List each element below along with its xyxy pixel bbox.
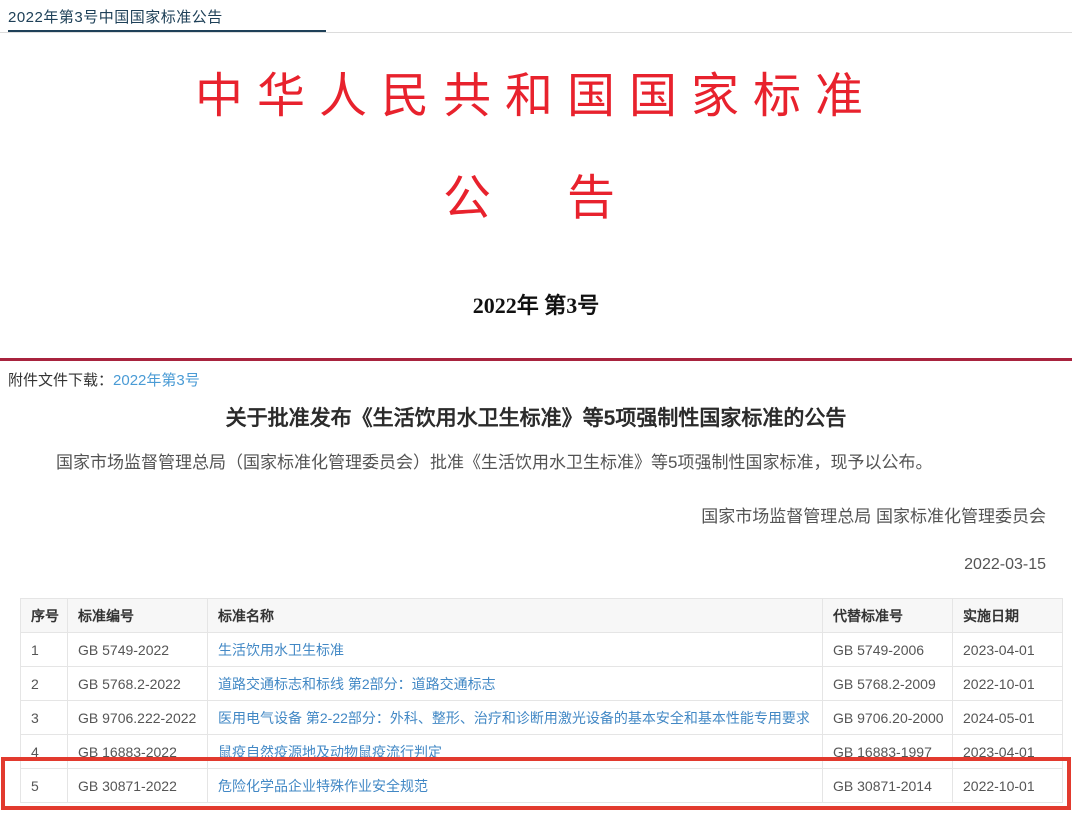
header-effective: 实施日期 <box>953 599 1063 633</box>
row-index: 3 <box>21 701 68 735</box>
row-code: GB 16883-2022 <box>68 735 208 769</box>
standard-name-link[interactable]: 鼠疫自然疫源地及动物鼠疫流行判定 <box>218 744 442 760</box>
table-row: 1 GB 5749-2022 生活饮用水卫生标准 GB 5749-2006 20… <box>21 633 1063 667</box>
standard-name-link[interactable]: 道路交通标志和标线 第2部分：道路交通标志 <box>218 676 496 692</box>
row-effective: 2023-04-01 <box>953 633 1063 667</box>
header-replaces: 代替标准号 <box>823 599 953 633</box>
row-index: 2 <box>21 667 68 701</box>
standard-name-link[interactable]: 生活饮用水卫生标准 <box>218 642 344 658</box>
row-effective: 2022-10-01 <box>953 769 1063 803</box>
masthead-title: 中华人民共和国国家标准 <box>0 56 1072 126</box>
table-header-row: 序号 标准编号 标准名称 代替标准号 实施日期 <box>21 599 1063 633</box>
attachment-link[interactable]: 2022年第3号 <box>113 372 200 389</box>
attachment-row: 附件文件下载：2022年第3号 <box>8 369 200 390</box>
standard-name-link[interactable]: 危险化学品企业特殊作业安全规范 <box>218 778 428 794</box>
header-index: 序号 <box>21 599 68 633</box>
table-row: 3 GB 9706.222-2022 医用电气设备 第2-22部分：外科、整形、… <box>21 701 1063 735</box>
header-name: 标准名称 <box>208 599 823 633</box>
issuer-signature: 国家市场监督管理总局 国家标准化管理委员会 <box>0 502 1046 527</box>
row-replaces: GB 16883-1997 <box>823 735 953 769</box>
row-index: 4 <box>21 735 68 769</box>
row-index: 1 <box>21 633 68 667</box>
row-replaces: GB 5749-2006 <box>823 633 953 667</box>
row-replaces: GB 30871-2014 <box>823 769 953 803</box>
table-row: 2 GB 5768.2-2022 道路交通标志和标线 第2部分：道路交通标志 G… <box>21 667 1063 701</box>
row-replaces: GB 5768.2-2009 <box>823 667 953 701</box>
header-code: 标准编号 <box>68 599 208 633</box>
row-code: GB 5749-2022 <box>68 633 208 667</box>
row-code: GB 5768.2-2022 <box>68 667 208 701</box>
standard-name-link[interactable]: 医用电气设备 第2-22部分：外科、整形、治疗和诊断用激光设备的基本安全和基本性… <box>218 710 810 726</box>
masthead-subtitle: 公 告 <box>0 158 1072 228</box>
table-row-highlighted: 5 GB 30871-2022 危险化学品企业特殊作业安全规范 GB 30871… <box>21 769 1063 803</box>
row-replaces: GB 9706.20-2000 <box>823 701 953 735</box>
header-divider <box>0 32 1072 33</box>
row-index: 5 <box>21 769 68 803</box>
issue-number: 2022年 第3号 <box>0 288 1072 320</box>
attachment-label: 附件文件下载： <box>8 372 113 389</box>
section-divider <box>0 358 1072 361</box>
row-effective: 2024-05-01 <box>953 701 1063 735</box>
announcement-body: 国家市场监督管理总局（国家标准化管理委员会）批准《生活饮用水卫生标准》等5项强制… <box>22 450 1050 476</box>
announcement-title: 关于批准发布《生活饮用水卫生标准》等5项强制性国家标准的公告 <box>0 402 1072 432</box>
table-row: 4 GB 16883-2022 鼠疫自然疫源地及动物鼠疫流行判定 GB 1688… <box>21 735 1063 769</box>
row-effective: 2023-04-01 <box>953 735 1063 769</box>
page-title: 2022年第3号中国国家标准公告 <box>8 6 223 27</box>
row-code: GB 9706.222-2022 <box>68 701 208 735</box>
publish-date: 2022-03-15 <box>0 556 1046 574</box>
standards-table: 序号 标准编号 标准名称 代替标准号 实施日期 1 GB 5749-2022 生… <box>20 598 1063 803</box>
row-code: GB 30871-2022 <box>68 769 208 803</box>
row-effective: 2022-10-01 <box>953 667 1063 701</box>
